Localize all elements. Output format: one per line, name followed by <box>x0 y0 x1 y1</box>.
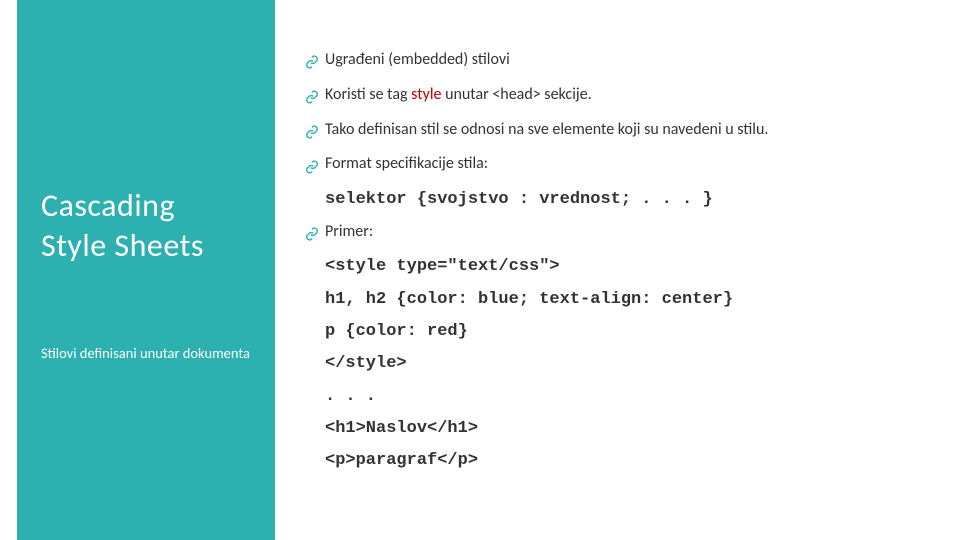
text-fragment: Koristi se tag <box>325 85 411 104</box>
bullet-text: Tako definisan stil se odnosi na sve ele… <box>325 118 945 143</box>
code-line: <p>paragraf</p> <box>325 448 945 474</box>
link-icon <box>305 48 325 72</box>
bullet-item: Koristi se tag style unutar <head> sekci… <box>305 83 945 108</box>
slide-subtitle: Stilovi definisani unutar dokumenta <box>41 344 251 364</box>
content-area: Ugrađeni (embedded) stilovi Koristi se t… <box>305 48 945 481</box>
slide-title: Cascading Style Sheets <box>41 186 251 266</box>
bullet-item: Ugrađeni (embedded) stilovi <box>305 48 945 73</box>
code-line: h1, h2 {color: blue; text-align: center} <box>325 287 945 313</box>
title-line-2: Style Sheets <box>41 226 204 265</box>
link-icon <box>305 220 325 244</box>
link-icon <box>305 152 325 176</box>
highlighted-word: style <box>411 85 441 104</box>
bullet-text: Format specifikacije stila: <box>325 152 945 177</box>
bullet-text: Ugrađeni (embedded) stilovi <box>325 48 945 73</box>
link-icon <box>305 118 325 142</box>
link-icon <box>305 83 325 107</box>
bullet-item: Tako definisan stil se odnosi na sve ele… <box>305 118 945 143</box>
code-line: </style> <box>325 351 945 377</box>
code-line: <h1>Naslov</h1> <box>325 416 945 442</box>
bullet-item: Primer: <box>305 220 945 245</box>
code-line: . . . <box>325 384 945 410</box>
bullet-text: Primer: <box>325 220 945 245</box>
code-line: p {color: red} <box>325 319 945 345</box>
code-line: selektor {svojstvo : vrednost; . . . } <box>325 187 945 213</box>
bullet-item: Format specifikacije stila: <box>305 152 945 177</box>
text-fragment: unutar <head> sekcije. <box>441 85 591 104</box>
code-line: <style type="text/css"> <box>325 254 945 280</box>
title-line-1: Cascading <box>41 186 175 225</box>
bullet-text: Koristi se tag style unutar <head> sekci… <box>325 83 945 108</box>
sidebar-panel: Cascading Style Sheets Stilovi definisan… <box>17 0 275 540</box>
